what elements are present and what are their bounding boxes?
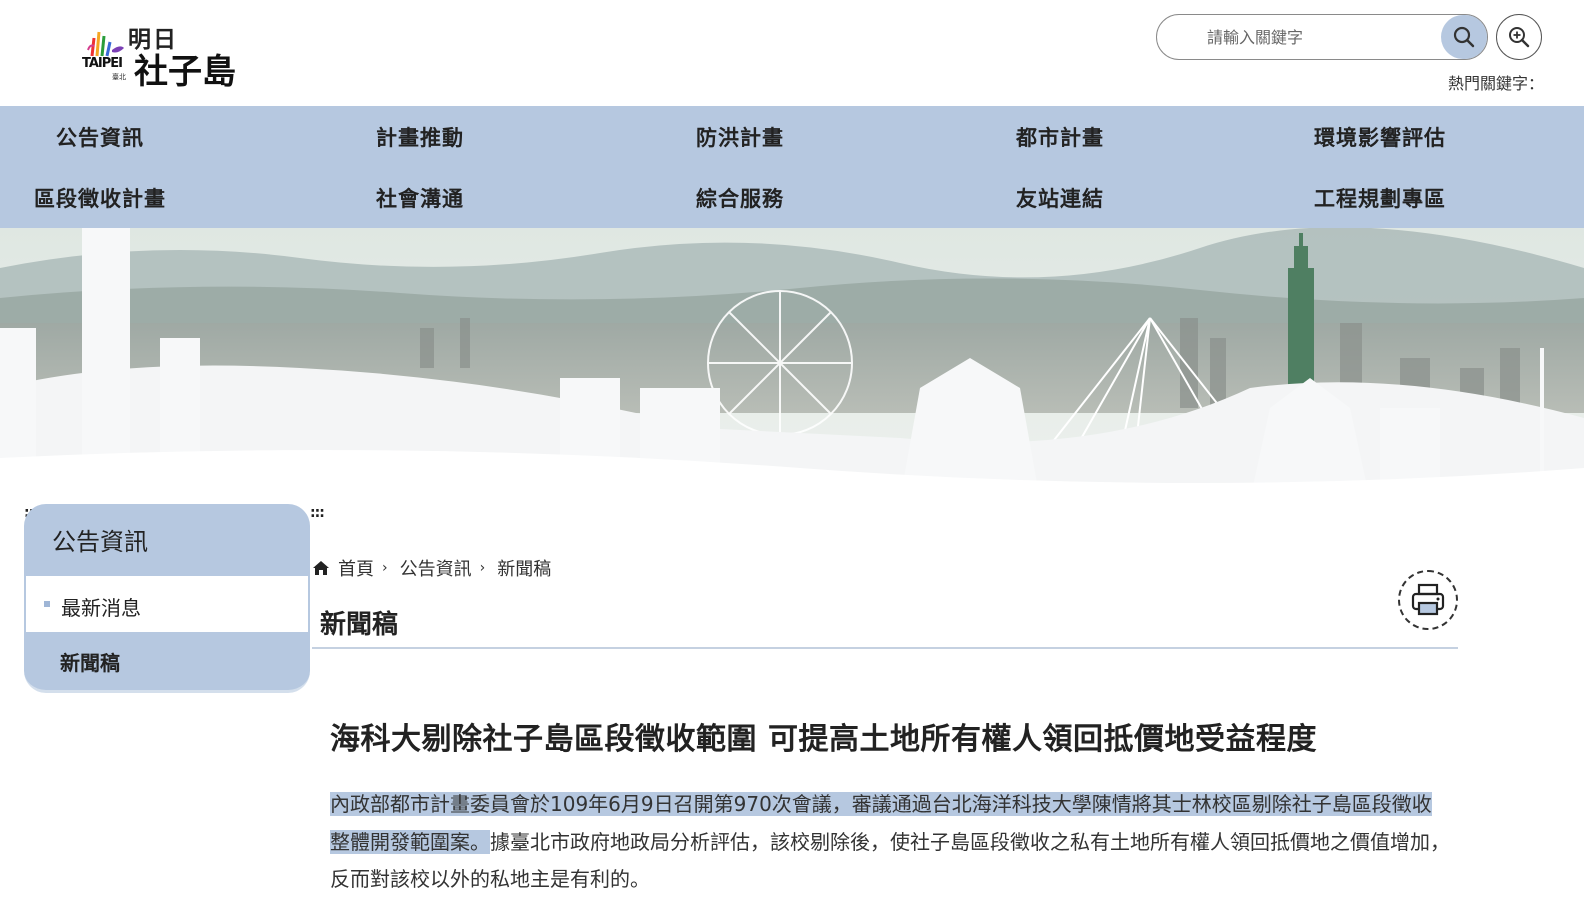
logo-name-text: 社子島 xyxy=(134,52,236,92)
hero-banner-image xyxy=(0,228,1584,500)
breadcrumb-separator: › xyxy=(382,560,388,576)
nav-item-flood-control[interactable]: 防洪計畫 xyxy=(580,122,900,152)
nav-item-engineering-planning[interactable]: 工程規劃專區 xyxy=(1220,183,1540,213)
breadcrumb-separator: › xyxy=(479,560,486,576)
page-title: 新聞稿 xyxy=(320,610,399,640)
home-icon xyxy=(313,561,329,575)
nav-item-urban-planning[interactable]: 都市計畫 xyxy=(900,122,1220,152)
breadcrumb-announcements[interactable]: 公告資訊 xyxy=(400,555,472,581)
article-body-text: 據臺北市政府地政局分析評估，該校剔除後，使社子島區段徵收之私有土地所有權人領回抵… xyxy=(330,829,1450,892)
search-icon xyxy=(1453,26,1475,48)
search-button[interactable] xyxy=(1441,15,1487,59)
logo-taipei-sub: 臺北 xyxy=(112,73,126,81)
sidebar-item-press-release[interactable]: 新聞稿 xyxy=(60,647,120,676)
taipei-flower-icon xyxy=(87,31,124,57)
sidebar-item-latest-news[interactable]: 最新消息 xyxy=(26,576,308,632)
nav-item-social-communication[interactable]: 社會溝通 xyxy=(260,183,580,213)
accesskey-center[interactable]: ::: xyxy=(310,505,325,521)
article-body: 內政部都市計畫委員會於109年6月9日召開第970次會議，審議通過台北海洋科技大… xyxy=(330,786,1450,899)
nav-item-plan-promotion[interactable]: 計畫推動 xyxy=(260,122,580,152)
nav-item-announcements[interactable]: 公告資訊 xyxy=(0,122,260,152)
nav-item-environmental-assessment[interactable]: 環境影響評估 xyxy=(1220,122,1540,152)
printer-icon xyxy=(1411,583,1445,616)
title-divider xyxy=(312,647,1458,649)
article-title: 海科大剔除社子島區段徵收範圍 可提高土地所有權人領回抵價地受益程度 xyxy=(330,722,1317,757)
zoom-in-icon xyxy=(1509,27,1530,48)
logo-taipei-text: TAIPEI xyxy=(82,56,123,71)
breadcrumb-home[interactable]: 首頁 xyxy=(338,555,374,581)
sidebar-item-label: 最新消息 xyxy=(61,596,141,620)
nav-item-integrated-services[interactable]: 綜合服務 xyxy=(580,183,900,213)
search-input[interactable] xyxy=(1207,24,1427,50)
sidebar-title: 公告資訊 xyxy=(52,528,148,556)
print-button[interactable] xyxy=(1398,570,1458,630)
nav-item-related-links[interactable]: 友站連結 xyxy=(900,183,1220,213)
sidebar: 公告資訊 最新消息 新聞稿 xyxy=(24,504,310,693)
site-logo[interactable]: TAIPEI 臺北 明日 社子島 xyxy=(82,18,242,92)
city-skyline-illustration xyxy=(0,228,1584,500)
advanced-search-button[interactable] xyxy=(1496,14,1542,60)
breadcrumb-current: 新聞稿 xyxy=(497,559,552,580)
breadcrumb: 首頁 › 公告資訊 › 新聞稿 xyxy=(312,555,551,581)
nav-item-zone-expropriation[interactable]: 區段徵收計畫 xyxy=(0,183,260,213)
main-nav: 公告資訊 計畫推動 防洪計畫 都市計畫 環境影響評估 區段徵收計畫 社會溝通 綜… xyxy=(0,106,1584,228)
search-box xyxy=(1156,14,1488,60)
bullet-icon xyxy=(44,601,50,607)
hot-keywords-label: 熱門關鍵字： xyxy=(1447,74,1544,93)
